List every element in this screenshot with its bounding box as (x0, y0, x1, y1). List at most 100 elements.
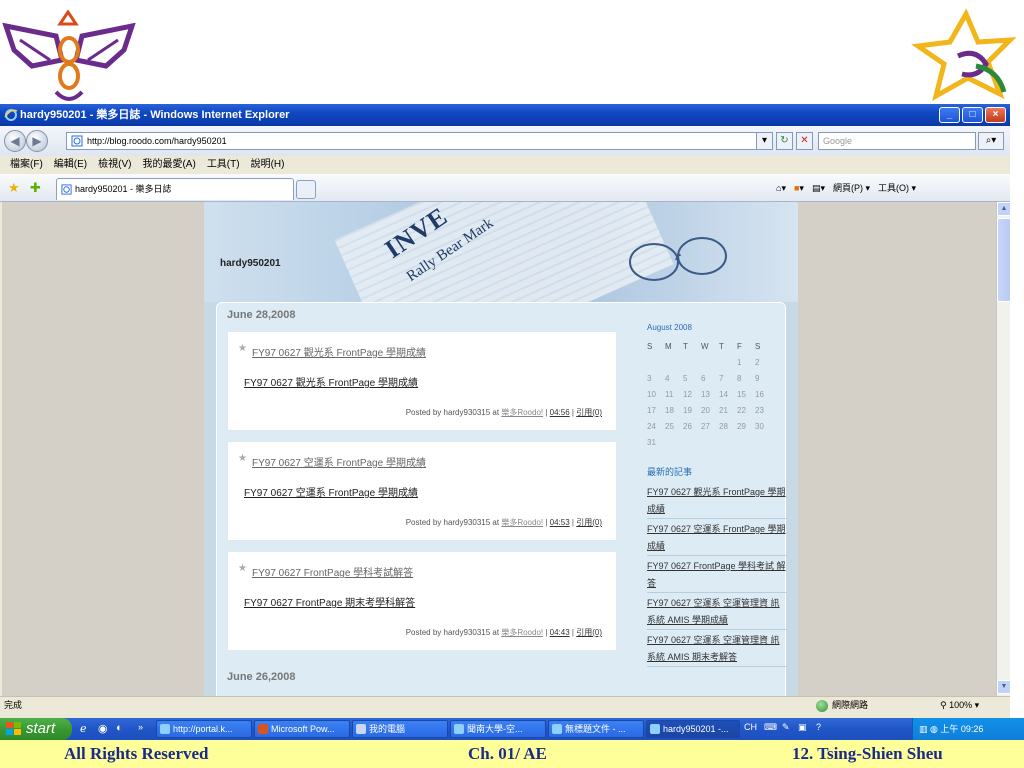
address-dropdown-button[interactable]: ▾ (756, 132, 773, 150)
scroll-thumb[interactable] (997, 218, 1011, 302)
calendar-day: 28 (719, 422, 728, 431)
vertical-scrollbar[interactable]: ▲ ▼ (996, 202, 1011, 696)
input-method-indicator[interactable]: CH (744, 722, 757, 732)
menu-file[interactable]: 檔案(F) (10, 156, 43, 174)
calendar-day: 19 (683, 406, 692, 415)
site-link[interactable]: 樂多Roodo! (501, 628, 543, 637)
tray-app-icon[interactable]: ◍ (930, 724, 938, 734)
post-body-link[interactable]: FY97 0627 空運系 FrontPage 學期成績 (244, 484, 418, 499)
my-computer-task-icon (356, 724, 366, 734)
add-favorite-icon[interactable]: ✚ (30, 180, 41, 196)
search-button[interactable]: ⌕▾ (978, 132, 1004, 150)
zoom-level[interactable]: ⚲ 100% ▾ (940, 697, 979, 714)
calendar-day: 10 (647, 390, 656, 399)
search-input[interactable]: Google (818, 132, 976, 150)
calendar-day: 29 (737, 422, 746, 431)
menu-help[interactable]: 說明(H) (251, 156, 285, 174)
start-button[interactable]: start (0, 718, 72, 740)
site-link[interactable]: 樂多Roodo! (501, 408, 543, 417)
calendar-day: 27 (701, 422, 710, 431)
menu-edit[interactable]: 編輯(E) (54, 156, 87, 174)
quicklaunch-ie-icon[interactable]: ℯ (80, 722, 87, 735)
task-button[interactable]: 我的電腦 (352, 720, 448, 738)
task-label: Microsoft Pow... (271, 724, 335, 734)
refresh-button[interactable]: ↻ (776, 132, 793, 150)
task-button[interactable]: 無標題文件 - ... (548, 720, 644, 738)
quicklaunch-app-icon[interactable]: ◐ (116, 722, 123, 734)
maximize-button[interactable]: □ (962, 107, 983, 123)
post-body-link[interactable]: FY97 0627 FrontPage 期末考學科解答 (244, 594, 415, 609)
help-icon[interactable]: ? (816, 722, 821, 732)
scroll-up-button[interactable]: ▲ (997, 202, 1011, 216)
site-link[interactable]: 樂多Roodo! (501, 518, 543, 527)
trackback-link[interactable]: 引用(0) (576, 628, 602, 637)
post-card: ★ FY97 0627 空運系 FrontPage 學期成績 FY97 0627… (227, 441, 617, 541)
quicklaunch-browser-icon[interactable]: ◉ (98, 722, 108, 735)
menu-favorites[interactable]: 我的最愛(A) (142, 156, 195, 174)
post-title-link[interactable]: ★ FY97 0627 觀光系 FrontPage 學期成績 (238, 343, 426, 359)
recent-post-link[interactable]: FY97 0627 空運系 FrontPage 學期成績 (647, 521, 787, 556)
favorites-star-icon[interactable]: ★ (8, 180, 20, 196)
post-time-link[interactable]: 04:56 (550, 408, 570, 417)
tray-network-icon[interactable]: ▥ (919, 724, 928, 734)
task-label: http://portal.k... (173, 724, 233, 734)
trackback-link[interactable]: 引用(0) (576, 408, 602, 417)
print-button[interactable]: ▤▾ (812, 180, 825, 196)
feeds-button[interactable]: ■▾ (794, 180, 804, 196)
calendar-day: 16 (755, 390, 764, 399)
calendar-day: 12 (683, 390, 692, 399)
recent-post-link[interactable]: FY97 0627 觀光系 FrontPage 學期成績 (647, 484, 787, 519)
task-button[interactable]: 聞南大學-空... (450, 720, 546, 738)
quicklaunch-more-icon[interactable]: » (138, 722, 143, 732)
post-time-link[interactable]: 04:53 (550, 518, 570, 527)
stop-button[interactable]: ✕ (796, 132, 813, 150)
tools-menu[interactable]: 工具(O) ▾ (878, 180, 916, 196)
page-menu[interactable]: 網頁(P) ▾ (833, 180, 870, 196)
address-input[interactable]: http://blog.roodo.com/hardy950201 (66, 132, 772, 150)
task-button-active[interactable]: hardy950201 -... (646, 720, 740, 738)
recent-post-link[interactable]: FY97 0627 空運系 空運管理資 訊系統 AMIS 期末考解答 (647, 632, 787, 667)
minimize-button[interactable]: _ (939, 107, 960, 123)
calendar-month[interactable]: August 2008 (647, 323, 787, 332)
calendar-day: 30 (755, 422, 764, 431)
task-label: 我的電腦 (369, 724, 406, 734)
recent-post-link[interactable]: FY97 0627 空運系 空運管理資 訊系統 AMIS 學期成績 (647, 595, 787, 630)
star-icon: ★ (238, 453, 247, 464)
back-button[interactable]: ◀ (4, 130, 26, 152)
keyboard-icon[interactable]: ⌨ (764, 722, 777, 733)
tab-label: hardy950201 - 樂多日誌 (75, 184, 172, 194)
post-body-link[interactable]: FY97 0627 觀光系 FrontPage 學期成績 (244, 374, 418, 389)
blog-title[interactable]: hardy950201 (220, 258, 281, 269)
menu-bar: 檔案(F) 編輯(E) 檢視(V) 我的最愛(A) 工具(T) 說明(H) (0, 156, 1010, 174)
new-tab-button[interactable] (296, 180, 316, 199)
recent-post-link[interactable]: FY97 0627 FrontPage 學科考試 解答 (647, 558, 787, 593)
tab-blog[interactable]: hardy950201 - 樂多日誌 (56, 178, 294, 200)
toolbar-icon[interactable]: ▣ (798, 722, 807, 733)
footer-chapter: Ch. 01/ AE (468, 744, 547, 763)
menu-tools[interactable]: 工具(T) (207, 156, 240, 174)
page-icon (71, 135, 83, 147)
task-button[interactable]: http://portal.k... (156, 720, 252, 738)
home-dropdown[interactable]: ▾ (781, 183, 786, 193)
clock[interactable]: 上午 09:26 (940, 724, 983, 734)
menu-view[interactable]: 檢視(V) (98, 156, 131, 174)
scroll-down-button[interactable]: ▼ (997, 680, 1011, 694)
blog-sidebar: August 2008 S M T W T F S 1 2 3 4 5 6 7 8 9 10 11 12 13 14 15… (647, 323, 787, 669)
post-time-link[interactable]: 04:43 (550, 628, 570, 637)
post-meta: Posted by hardy930315 at 樂多Roodo! | 04:5… (405, 408, 602, 417)
recent-posts-list: FY97 0627 觀光系 FrontPage 學期成績 FY97 0627 空… (647, 484, 787, 667)
winged-emblem-logo (2, 10, 136, 101)
glasses-image (629, 237, 727, 281)
feeds-dropdown[interactable]: ▾ (799, 183, 804, 193)
calendar-day: 11 (665, 390, 674, 399)
post-title-link[interactable]: ★ FY97 0627 FrontPage 學科考試解答 (238, 563, 413, 579)
print-dropdown[interactable]: ▾ (820, 183, 825, 193)
ie-task-icon (650, 724, 660, 734)
pen-icon[interactable]: ✎ (782, 722, 790, 733)
task-button[interactable]: Microsoft Pow... (254, 720, 350, 738)
close-button[interactable]: × (985, 107, 1006, 123)
trackback-link[interactable]: 引用(0) (576, 518, 602, 527)
forward-button[interactable]: ▶ (26, 130, 48, 152)
post-title-link[interactable]: ★ FY97 0627 空運系 FrontPage 學期成績 (238, 453, 426, 469)
home-button[interactable]: ⌂▾ (776, 180, 786, 196)
